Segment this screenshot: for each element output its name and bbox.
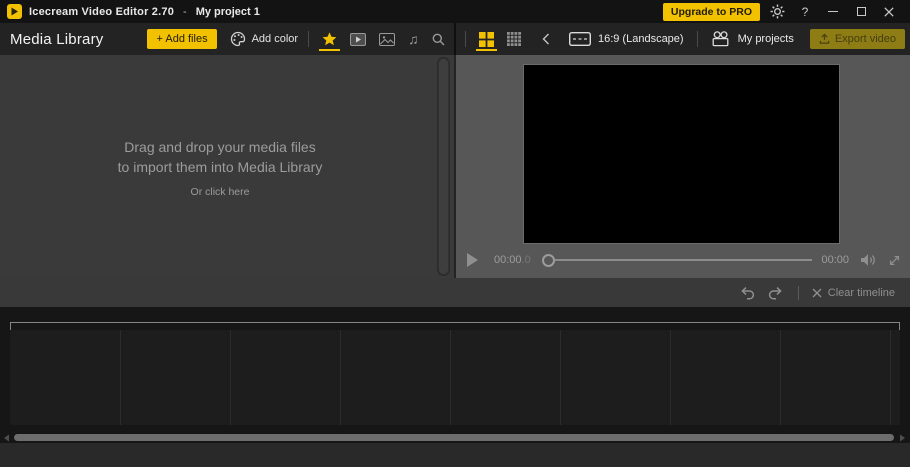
dropzone-text-line2: to import them into Media Library xyxy=(117,159,323,175)
dropzone-text-line1: Drag and drop your media files xyxy=(124,139,316,155)
timeline-cell[interactable] xyxy=(780,330,890,425)
export-icon xyxy=(819,33,830,44)
volume-icon xyxy=(861,254,875,266)
fullscreen-button[interactable] xyxy=(888,254,901,267)
filter-audio-button[interactable]: ♫ xyxy=(405,23,422,55)
play-icon xyxy=(467,253,478,267)
maximize-button[interactable] xyxy=(850,0,872,23)
dropzone-click-hint[interactable]: Or click here xyxy=(0,186,440,198)
timeline-cell[interactable] xyxy=(120,330,230,425)
timeline-cell[interactable] xyxy=(230,330,340,425)
media-library-panel: Drag and drop your media files to import… xyxy=(0,55,456,278)
app-logo-icon xyxy=(7,4,22,19)
volume-button[interactable] xyxy=(860,253,877,267)
arrow-right-icon xyxy=(900,434,905,442)
add-color-button[interactable]: Add color xyxy=(230,31,298,47)
timeline-cell[interactable] xyxy=(560,330,670,425)
active-indicator xyxy=(319,49,341,51)
upgrade-to-pro-button[interactable]: Upgrade to PRO xyxy=(662,2,760,21)
clear-x-icon xyxy=(812,288,822,297)
settings-button[interactable] xyxy=(766,0,788,23)
app-window: Icecream Video Editor 2.70 - My project … xyxy=(0,0,910,467)
header-row: Media Library + Add files Add color ♫ 16… xyxy=(0,23,910,55)
elapsed-time: 00:00.0 xyxy=(494,254,531,266)
timeline-cell[interactable] xyxy=(890,330,900,425)
scrollbar-thumb[interactable] xyxy=(439,59,448,274)
undo-icon xyxy=(741,286,754,300)
panel-title: Media Library xyxy=(10,30,104,48)
search-icon xyxy=(432,33,445,45)
timeline-panel xyxy=(0,307,910,443)
expand-icon xyxy=(889,255,900,265)
divider xyxy=(696,31,698,47)
bottom-bar xyxy=(0,443,910,467)
scrollbar-thumb[interactable] xyxy=(14,434,894,441)
filter-favorites-button[interactable] xyxy=(319,23,341,55)
grid-large-icon xyxy=(478,31,494,47)
timeline-cell[interactable] xyxy=(450,330,560,425)
minimize-button[interactable] xyxy=(822,0,844,23)
timeline-cell[interactable] xyxy=(340,330,450,425)
title-separator: - xyxy=(183,5,187,18)
total-time: 00:00 xyxy=(821,254,849,266)
gear-icon xyxy=(770,4,784,19)
view-grid-large-button[interactable] xyxy=(475,23,497,55)
scroll-left-button[interactable] xyxy=(3,434,10,442)
add-files-button[interactable]: + Add files xyxy=(147,29,217,49)
close-icon xyxy=(884,6,894,17)
player-controls: 00:00.0 00:00 xyxy=(465,250,901,270)
app-title: Icecream Video Editor 2.70 xyxy=(29,5,175,18)
collapse-panel-button[interactable] xyxy=(539,23,553,55)
maximize-icon xyxy=(856,7,866,16)
music-note-icon: ♫ xyxy=(408,31,419,47)
video-icon xyxy=(350,32,367,46)
preview-panel: 00:00.0 00:00 xyxy=(456,55,910,278)
filter-videos-button[interactable] xyxy=(347,23,369,55)
scroll-right-button[interactable] xyxy=(899,434,906,442)
library-vertical-scrollbar[interactable] xyxy=(437,57,450,276)
video-preview xyxy=(524,65,839,243)
active-indicator xyxy=(475,49,497,51)
seek-track[interactable] xyxy=(554,259,813,261)
divider xyxy=(308,31,310,47)
timeline-cells xyxy=(10,330,900,425)
palette-icon xyxy=(230,31,245,47)
movie-camera-icon xyxy=(712,31,729,47)
export-video-button[interactable]: Export video xyxy=(809,29,905,49)
aspect-ratio-icon xyxy=(568,32,591,46)
chevron-left-icon xyxy=(542,33,549,45)
preview-header: 16:9 (Landscape) My projects Export vide… xyxy=(456,23,910,55)
grid-small-icon xyxy=(506,32,521,46)
help-button[interactable]: ? xyxy=(794,0,816,23)
clear-timeline-button[interactable]: Clear timeline xyxy=(812,287,895,299)
play-button[interactable] xyxy=(465,252,481,268)
timeline-cell[interactable] xyxy=(10,330,120,425)
seek-handle[interactable] xyxy=(541,253,555,267)
close-button[interactable] xyxy=(878,0,900,23)
redo-icon xyxy=(768,286,782,300)
star-icon xyxy=(322,32,337,46)
track-border xyxy=(10,322,900,323)
minimize-icon xyxy=(828,10,838,13)
project-name: My project 1 xyxy=(195,5,260,18)
timeline-toolbar: Clear timeline xyxy=(0,278,910,307)
search-button[interactable] xyxy=(429,23,448,55)
content-row: Drag and drop your media files to import… xyxy=(0,55,910,278)
timeline-cell[interactable] xyxy=(670,330,780,425)
divider xyxy=(797,285,799,300)
media-library-header: Media Library + Add files Add color ♫ xyxy=(0,23,549,55)
media-dropzone[interactable]: Drag and drop your media files to import… xyxy=(0,137,440,198)
image-icon xyxy=(379,32,396,46)
undo-button[interactable] xyxy=(739,286,755,300)
filter-images-button[interactable] xyxy=(376,23,398,55)
arrow-left-icon xyxy=(4,434,9,442)
titlebar: Icecream Video Editor 2.70 - My project … xyxy=(0,0,910,23)
redo-button[interactable] xyxy=(768,286,784,300)
my-projects-button[interactable]: My projects xyxy=(711,31,794,47)
view-grid-small-button[interactable] xyxy=(504,23,524,55)
aspect-ratio-selector[interactable]: 16:9 (Landscape) xyxy=(568,32,684,46)
